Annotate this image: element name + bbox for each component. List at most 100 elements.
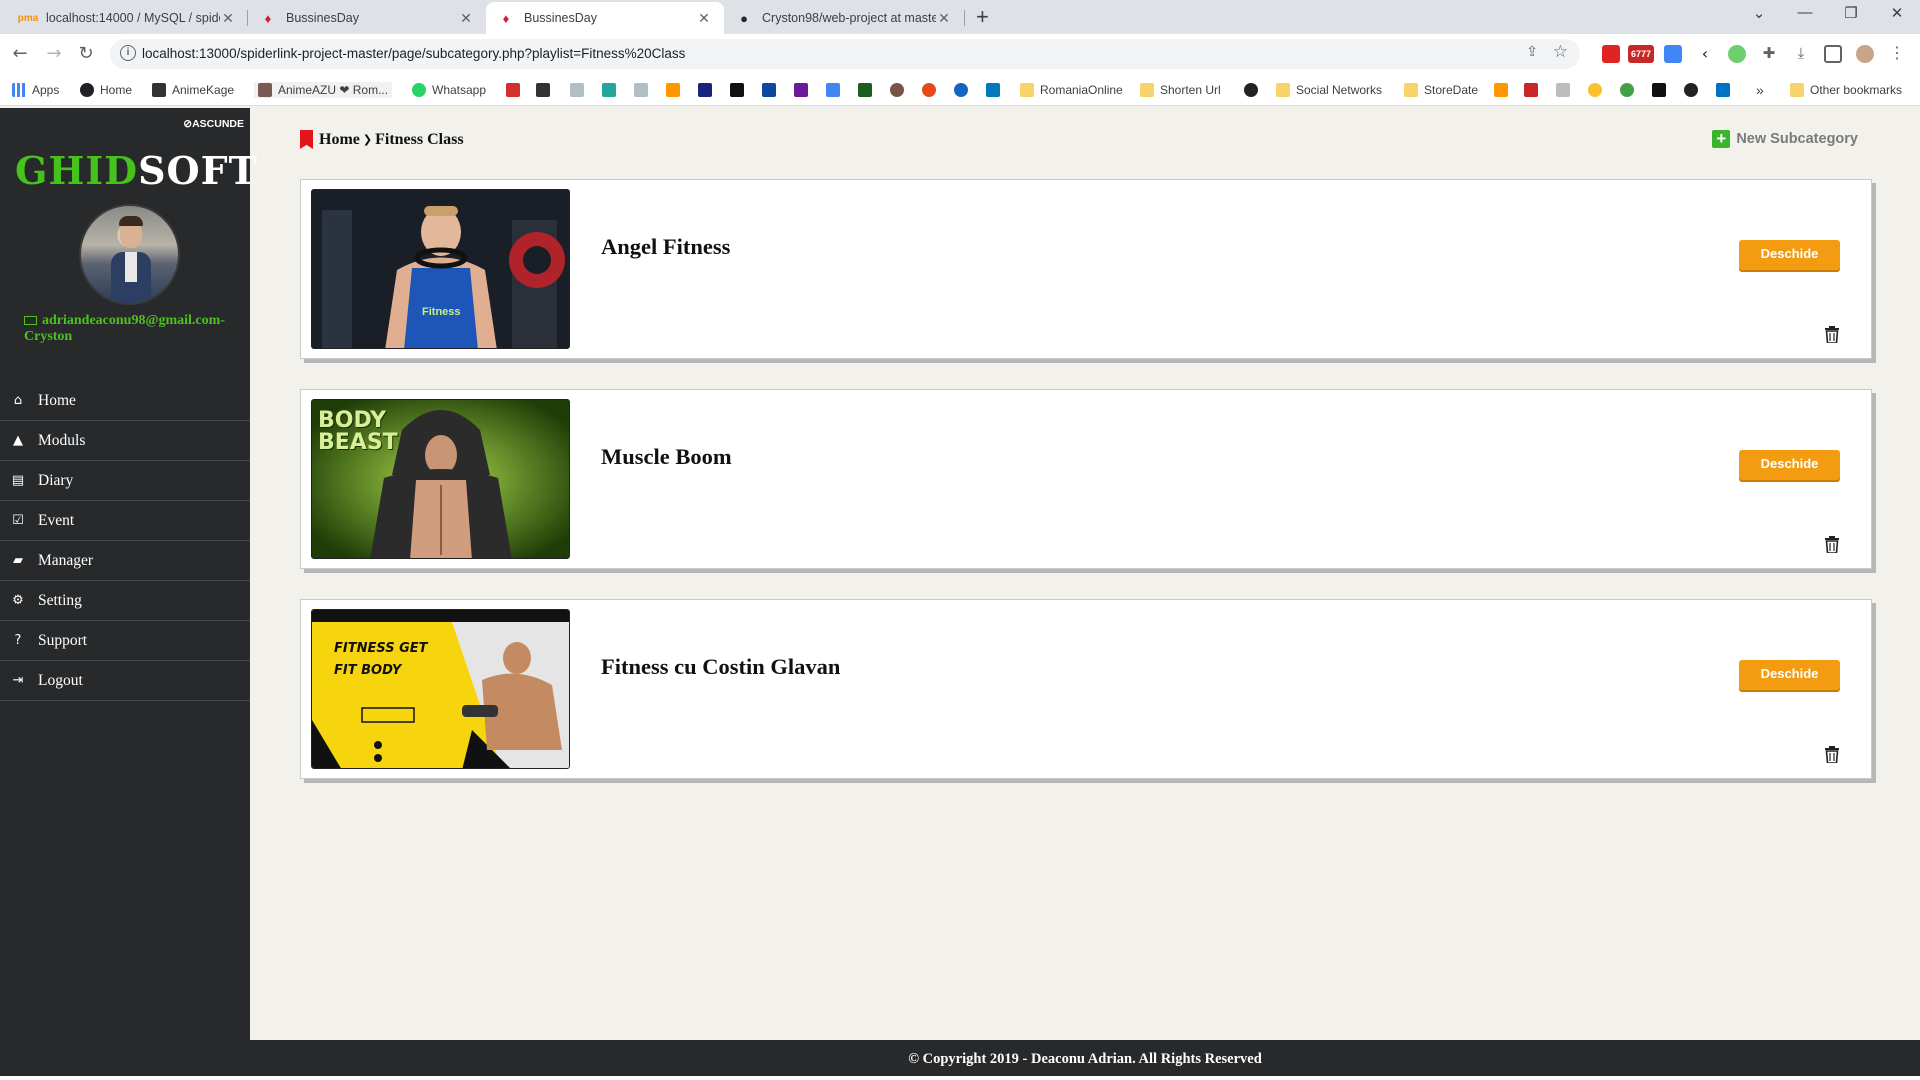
sidebar-item-moduls[interactable]: ▲ Moduls — [0, 421, 250, 461]
browser-tab[interactable]: ● Cryston98/web-project at master ✕ — [724, 2, 964, 34]
sidebar-item-home[interactable]: ⌂ Home — [0, 381, 250, 421]
kebab-menu-icon[interactable]: ⋮ — [1888, 45, 1906, 63]
bookmark-favicon[interactable] — [1524, 83, 1538, 97]
bookmark-favicon[interactable] — [826, 83, 840, 97]
tab-search-icon[interactable]: ⌄ — [1736, 4, 1782, 22]
minimize-button[interactable]: — — [1782, 4, 1828, 21]
bookmark-favicon[interactable] — [922, 83, 936, 97]
subcategory-card: FITNESS GET FIT BODY Fitness cu Costin G… — [300, 599, 1872, 779]
bookmark-favicon[interactable] — [602, 83, 616, 97]
image-caption: BODY BEAST — [318, 408, 398, 455]
open-button[interactable]: Deschide — [1739, 240, 1840, 270]
sidebar-item-label: Support — [38, 631, 88, 649]
subcategory-image[interactable]: Fitness — [311, 189, 570, 349]
bookmark-folder-romaniaonline[interactable]: RomaniaOnline — [1020, 82, 1123, 98]
bookmark-folder-storedate[interactable]: StoreDate — [1404, 82, 1478, 98]
subcategory-title[interactable]: Fitness cu Costin Glavan — [601, 654, 840, 680]
restore-button[interactable]: ❐ — [1828, 4, 1874, 22]
sidebar-item-event[interactable]: ☑ Event — [0, 501, 250, 541]
bookmark-favicon[interactable] — [858, 83, 872, 97]
bookmark-favicon[interactable] — [794, 83, 808, 97]
bookmark-favicon[interactable] — [890, 83, 904, 97]
trash-icon[interactable] — [1825, 746, 1839, 763]
bookmark-favicon[interactable] — [954, 83, 968, 97]
browser-tab[interactable]: ♦ BussinesDay ✕ — [248, 2, 486, 34]
bookmark-favicon[interactable] — [730, 83, 744, 97]
bookmark-favicon[interactable] — [1244, 83, 1258, 97]
sidebar-item-label: Diary — [38, 471, 74, 489]
close-tab-icon[interactable]: ✕ — [220, 10, 236, 27]
image-caption: FITNESS GET FIT BODY — [334, 641, 428, 678]
back-icon[interactable]: ← — [8, 42, 32, 66]
close-tab-icon[interactable]: ✕ — [458, 10, 474, 27]
subcategory-image[interactable]: FITNESS GET FIT BODY — [311, 609, 570, 769]
bookmark-favicon[interactable] — [986, 83, 1000, 97]
more-bookmarks-chevron-icon[interactable]: » — [1756, 82, 1764, 98]
bookmark-favicon[interactable] — [1652, 83, 1666, 97]
sidebar-item-diary[interactable]: ▤ Diary — [0, 461, 250, 501]
sidebar-item-logout[interactable]: ⇥ Logout — [0, 661, 250, 701]
reload-icon[interactable]: ↻ — [74, 42, 98, 66]
trash-icon[interactable] — [1825, 326, 1839, 343]
bookmark-favicon[interactable] — [634, 83, 648, 97]
bookmark-favicon[interactable] — [666, 83, 680, 97]
bookmark-favicon[interactable] — [1684, 83, 1698, 97]
address-bar[interactable]: i localhost:13000/spiderlink-project-mas… — [110, 39, 1580, 69]
new-tab-button[interactable]: + — [976, 4, 989, 30]
adblock-extension-icon[interactable] — [1602, 45, 1620, 63]
share-icon[interactable]: ⇪ — [1526, 44, 1538, 61]
translate-extension-icon[interactable] — [1664, 45, 1682, 63]
green-extension-icon[interactable] — [1728, 45, 1746, 63]
url-text[interactable]: localhost:13000/spiderlink-project-maste… — [142, 46, 685, 61]
trash-icon[interactable] — [1825, 536, 1839, 553]
bookmark-favicon[interactable] — [506, 83, 520, 97]
subcategory-title[interactable]: Angel Fitness — [601, 234, 730, 260]
bookmark-favicon[interactable] — [536, 83, 550, 97]
subcategory-image[interactable]: BODY BEAST — [311, 399, 570, 559]
bookmark-label: Apps — [32, 83, 60, 97]
phpmyadmin-icon: pma — [17, 12, 39, 24]
bookmark-favicon[interactable] — [1620, 83, 1634, 97]
bookmark-favicon[interactable] — [698, 83, 712, 97]
bookmark-star-icon[interactable]: ☆ — [1553, 42, 1568, 62]
browser-tab[interactable]: pma localhost:14000 / MySQL / spider ✕ — [8, 2, 248, 34]
browser-tab-active[interactable]: ♦ BussinesDay ✕ — [486, 2, 724, 34]
bookmark-apps[interactable]: Apps — [12, 82, 59, 98]
bookmark-animekage[interactable]: AnimeKage — [152, 82, 234, 98]
envelope-icon — [24, 316, 37, 326]
download-icon[interactable]: ⤓ — [1792, 45, 1810, 63]
bookmark-favicon[interactable] — [762, 83, 776, 97]
bookmark-folder-shorten-url[interactable]: Shorten Url — [1140, 82, 1221, 98]
site-info-icon[interactable]: i — [120, 45, 136, 61]
open-button[interactable]: Deschide — [1739, 660, 1840, 690]
sidebar-item-setting[interactable]: ⚙ Setting — [0, 581, 250, 621]
bookmark-whatsapp[interactable]: Whatsapp — [412, 82, 486, 98]
bookmark-favicon[interactable] — [570, 83, 584, 97]
forward-icon[interactable]: → — [42, 42, 66, 66]
bookmark-favicon[interactable] — [1588, 83, 1602, 97]
bookmark-home[interactable]: Home — [80, 82, 132, 98]
extension-badge-icon[interactable]: 6777 — [1628, 45, 1654, 63]
bookmark-folder-other[interactable]: Other bookmarks — [1790, 82, 1902, 98]
bookmark-favicon[interactable] — [1494, 83, 1508, 97]
sidebar-item-manager[interactable]: ▰ Manager — [0, 541, 250, 581]
side-panel-icon[interactable] — [1824, 45, 1842, 63]
chevron-left-icon[interactable]: ‹ — [1696, 45, 1714, 63]
bookmark-favicon[interactable] — [1556, 83, 1570, 97]
sidebar-item-label: Logout — [38, 671, 83, 689]
app-logo[interactable]: GHIDSOFT — [15, 148, 258, 193]
bookmark-favicon[interactable] — [1716, 83, 1730, 97]
hide-sidebar-toggle[interactable]: ⊘ASCUNDE — [183, 118, 244, 130]
subcategory-title[interactable]: Muscle Boom — [601, 444, 732, 470]
close-tab-icon[interactable]: ✕ — [936, 10, 952, 27]
breadcrumb-home-link[interactable]: Home — [319, 131, 360, 149]
puzzle-extensions-icon[interactable]: ✚ — [1760, 45, 1778, 63]
close-tab-icon[interactable]: ✕ — [696, 10, 712, 27]
bookmark-animeazu[interactable]: AnimeAZU ❤ Rom... — [254, 82, 393, 98]
close-window-button[interactable]: ✕ — [1874, 4, 1920, 22]
bookmark-folder-social-networks[interactable]: Social Networks — [1276, 82, 1382, 98]
new-subcategory-button[interactable]: + New Subcategory — [1712, 130, 1858, 148]
profile-avatar-icon[interactable] — [1856, 45, 1874, 63]
open-button[interactable]: Deschide — [1739, 450, 1840, 480]
sidebar-item-support[interactable]: ? Support — [0, 621, 250, 661]
